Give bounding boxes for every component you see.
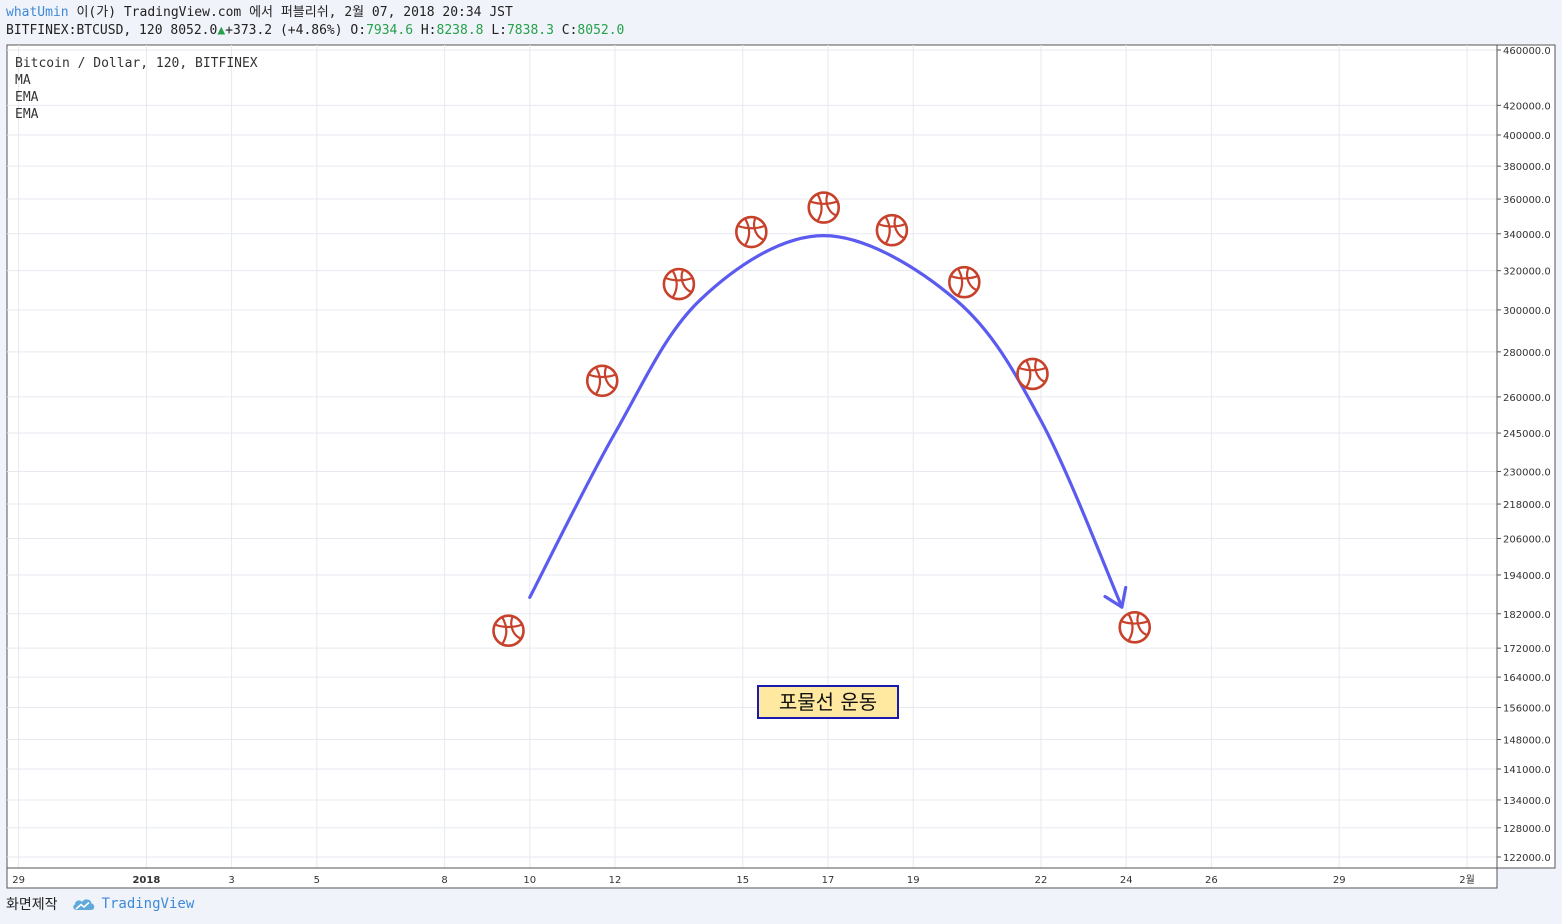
tradingview-brand[interactable]: TradingView: [102, 896, 195, 912]
price-tick-label: 340000.0: [1503, 230, 1551, 241]
legend-indicator-ema-1: EMA: [15, 90, 39, 105]
price-tick-label: 194000.0: [1503, 571, 1551, 582]
basketball-icon: [948, 265, 981, 299]
price-tick-label: 141000.0: [1503, 765, 1551, 776]
price-tick-label: 420000.0: [1503, 101, 1551, 112]
price-tick-label: 164000.0: [1503, 673, 1551, 684]
price-tick-label: 400000.0: [1503, 131, 1551, 142]
price-tick-label: 172000.0: [1503, 644, 1551, 655]
legend-indicator-ma: MA: [15, 73, 31, 88]
time-tick-label: 22: [1035, 875, 1048, 886]
price-tick-label: 460000.0: [1503, 46, 1551, 57]
price-tick-label: 134000.0: [1503, 796, 1551, 807]
basketball-icon: [662, 267, 696, 301]
price-tick-label: 206000.0: [1503, 534, 1551, 545]
price-tick-label: 380000.0: [1503, 162, 1551, 173]
time-tick-label: 29: [12, 875, 25, 886]
time-tick-label: 8: [441, 875, 447, 886]
price-tick-label: 245000.0: [1503, 429, 1551, 440]
basketball-icon: [807, 191, 841, 224]
price-tick-label: 218000.0: [1503, 500, 1551, 511]
price-tick-label: 280000.0: [1503, 348, 1551, 359]
time-tick-label: 15: [736, 875, 749, 886]
price-tick-label: 182000.0: [1503, 610, 1551, 621]
time-tick-label: 12: [609, 875, 622, 886]
price-tick-label: 300000.0: [1503, 306, 1551, 317]
chart-canvas[interactable]: 460000.0 420000.0 400000.0 380000.0 360000.0…: [0, 0, 1562, 924]
price-tick-label: 128000.0: [1503, 824, 1551, 835]
time-tick-label: 10: [523, 875, 536, 886]
price-tick-label: 260000.0: [1503, 393, 1551, 404]
basketball-icon: [875, 213, 909, 247]
basketball-icon: [1118, 611, 1152, 644]
time-tick-label: 19: [907, 875, 920, 886]
annotation-box[interactable]: 포물선 운동: [757, 685, 899, 719]
price-tick-label: 320000.0: [1503, 267, 1551, 278]
legend-title: Bitcoin / Dollar, 120, BITFINEX: [15, 56, 258, 71]
time-tick-label: 3: [228, 875, 234, 886]
made-by-label: 화면제작: [6, 897, 58, 913]
price-tick-label: 148000.0: [1503, 736, 1551, 747]
price-tick-label: 230000.0: [1503, 467, 1551, 478]
annotation-label: 포물선 운동: [779, 690, 877, 714]
basketball-icon: [735, 215, 768, 249]
time-tick-label: 2018: [132, 875, 160, 886]
time-tick-label: 5: [314, 875, 320, 886]
time-tick-label: 29: [1333, 875, 1346, 886]
plot-area[interactable]: [6, 44, 1498, 869]
time-tick-label: 17: [822, 875, 835, 886]
legend-indicator-ema-2: EMA: [15, 107, 39, 122]
basketball-icon: [585, 364, 619, 398]
time-tick-label: 2월: [1459, 874, 1475, 886]
time-tick-label: 24: [1120, 875, 1133, 886]
footer: 화면제작 TradingView: [6, 894, 194, 914]
basketball-icon: [492, 614, 525, 648]
basketball-icon: [1016, 357, 1049, 391]
price-tick-label: 360000.0: [1503, 195, 1551, 206]
time-tick-label: 26: [1205, 875, 1218, 886]
price-tick-label: 122000.0: [1503, 853, 1551, 864]
price-tick-label: 156000.0: [1503, 704, 1551, 715]
tradingview-cloud-icon: [72, 899, 94, 910]
